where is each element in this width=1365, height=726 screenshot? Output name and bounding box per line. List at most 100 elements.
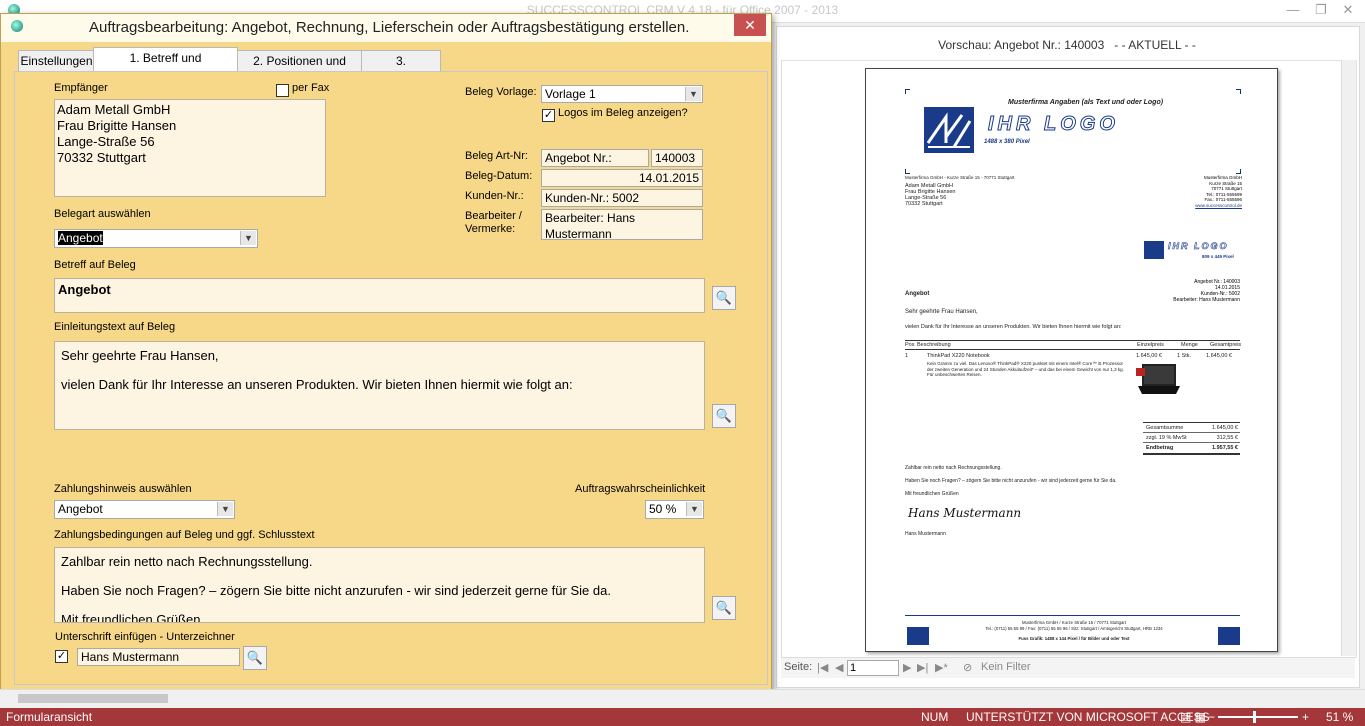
doc-sender-line: Musterfirma GmbH - Kurze Straße 15 - 707… <box>905 175 1015 180</box>
footer-logo-right-icon <box>1218 627 1240 645</box>
tab-einstellungen[interactable]: Einstellungen <box>18 50 95 71</box>
prev-page-icon[interactable]: ◀ <box>835 661 843 674</box>
doc-item-price: 1.645,00 € <box>1136 353 1162 359</box>
beleg-artnr-prefix-field[interactable]: Angebot Nr.: <box>541 149 649 167</box>
unterzeichner-picker-button[interactable]: 🔍 <box>243 646 267 670</box>
dialog-close-button[interactable]: ✕ <box>734 14 766 36</box>
doc-footer-text: Musterfirma GmbH / Kurze Straße 15 / 707… <box>985 620 1163 641</box>
tab-positionen-artikel[interactable]: 2. Positionen und Artikel <box>237 50 362 88</box>
unterschrift-checkbox[interactable]: ✓ <box>55 650 68 663</box>
page-nav-label: Seite: <box>784 661 813 673</box>
unterschrift-label: Unterschrift einfügen - Unterzeichner <box>55 631 235 643</box>
zoom-in-icon[interactable]: + <box>1302 708 1309 726</box>
page-number-input[interactable]: 1 <box>847 660 899 676</box>
per-fax-checkbox[interactable] <box>276 84 289 97</box>
preview-title: Vorschau: Angebot Nr.: 140003 - - AKTUEL… <box>938 38 1196 52</box>
doc-recipient-block: Adam Metall GmbH Frau Brigitte Hansen La… <box>905 183 956 207</box>
doc-company-block: Musterfirma GmbH Kurze Straße 15 70771 S… <box>1195 175 1242 208</box>
small-logo-mark-icon <box>1144 241 1164 259</box>
beleg-datum-input[interactable]: 14.01.2015 <box>541 169 703 187</box>
status-support: UNTERSTÜTZT VON MICROSOFT ACCESS <box>966 710 1210 724</box>
doc-greeting: Sehr geehrte Frau Hansen, <box>905 309 978 315</box>
recipient-textarea[interactable]: Adam Metall GmbH Frau Brigitte Hansen La… <box>54 99 326 197</box>
doc-totals: Gesamtsumme 1.645,00 € zzgl. 19 % MwSt 312… <box>1143 422 1240 455</box>
beleg-vorlage-label: Beleg Vorlage: <box>465 86 537 98</box>
doc-intro: vielen Dank für Ihr Interesse an unseren… <box>905 324 1122 330</box>
wahrscheinlichkeit-label: Auftragswahrscheinlichkeit <box>575 483 706 495</box>
logos-label: Logos im Beleg anzeigen? <box>558 107 688 119</box>
new-page-icon[interactable]: ▶* <box>935 661 948 674</box>
doc-logo-text: IHR LOGO <box>988 113 1119 136</box>
zoom-slider-thumb[interactable] <box>1253 711 1256 723</box>
logos-checkbox[interactable]: ✓ <box>542 109 555 122</box>
belegart-label: Belegart auswählen <box>54 208 151 220</box>
kundennr-label: Kunden-Nr.: <box>465 190 524 202</box>
zahlungshinweis-label: Zahlungshinweis auswählen <box>54 483 192 495</box>
dialog-titlebar: Auftragsbearbeitung: Angebot, Rechnung, … <box>1 14 771 42</box>
doc-logo-size-note: 1488 x 380 Pixel <box>984 139 1030 145</box>
chevron-down-icon[interactable]: ▼ <box>217 502 233 516</box>
bearbeiter-label-2: Vermerke: <box>465 223 516 235</box>
doc-item-pos: 1 <box>905 353 909 359</box>
status-view-mode: Formularansicht <box>6 710 93 724</box>
zoom-out-icon[interactable]: − <box>1208 708 1215 726</box>
status-bar: Formularansicht NUM UNTERSTÜTZT VON MICR… <box>0 708 1365 726</box>
kundennr-input[interactable]: Kunden-Nr.: 5002 <box>541 189 703 207</box>
beleg-artnr-input[interactable]: 140003 <box>651 149 703 167</box>
einleitung-picker-button[interactable]: 🔍 <box>712 404 736 428</box>
doc-item-name: ThinkPad X220 Notebook <box>927 353 990 359</box>
doc-company-header: Musterfirma Angaben (als Text und oder L… <box>1008 99 1164 106</box>
belegart-selected-value: Angebot <box>58 231 103 245</box>
wahrscheinlichkeit-select[interactable]: 50 % ▼ <box>645 500 704 519</box>
doc-footer-rule <box>905 615 1240 616</box>
footer-logo-left-icon <box>907 627 929 645</box>
restore-icon[interactable]: ❐ <box>1309 2 1333 18</box>
status-num: NUM <box>921 710 949 724</box>
preview-scrollbar[interactable] <box>1341 60 1356 656</box>
doc-meta-block: Angebot Nr.: 140003 14.01.2015 Kunden-Nr… <box>1173 279 1240 303</box>
app-icon <box>11 20 23 32</box>
doc-item-qty: 1 Stk. <box>1177 353 1192 359</box>
view-icons[interactable]: ▤ ▦ <box>1180 708 1206 726</box>
document-page: Musterfirma Angaben (als Text und oder L… <box>865 68 1278 652</box>
last-page-icon[interactable]: ▶| <box>917 661 928 674</box>
doc-item-desc: Kein Gramm zu viel. Das Lenovo® ThinkPad… <box>927 361 1124 377</box>
minimize-icon[interactable]: — <box>1281 2 1305 18</box>
zahlungsbedingungen-picker-button[interactable]: 🔍 <box>712 596 736 620</box>
beleg-datum-label: Beleg-Datum: <box>465 170 533 182</box>
bearbeiter-textarea[interactable]: Bearbeiter: Hans Mustermann <box>541 209 703 241</box>
beleg-vorlage-select[interactable]: Vorlage 1 ▼ <box>541 85 703 103</box>
scroll-thumb[interactable] <box>18 694 168 703</box>
bearbeiter-label-1: Bearbeiter / <box>465 210 522 222</box>
tab-betreff-bedingungen[interactable]: 1. Betreff und Bedingungen <box>93 47 238 85</box>
tab-panel: Empfänger per Fax Adam Metall GmbH Frau … <box>14 71 768 685</box>
filter-icon: ⊘ <box>963 662 973 674</box>
next-page-icon[interactable]: ▶ <box>903 661 911 674</box>
zoom-slider[interactable] <box>1218 711 1298 723</box>
dialog-title: Auftragsbearbeitung: Angebot, Rechnung, … <box>89 19 690 36</box>
doc-small-logo-size-note: 809 x 449 Pixel <box>1202 254 1234 259</box>
empfaenger-label: Empfänger <box>54 82 108 94</box>
chevron-down-icon[interactable]: ▼ <box>686 502 702 516</box>
doc-signature-name: Hans Mustermann <box>905 531 946 537</box>
tab-fertigstellen[interactable]: 3. Fertigstellen <box>361 50 441 88</box>
belegart-select[interactable]: Angebot ▼ <box>54 229 258 248</box>
first-page-icon[interactable]: |◀ <box>817 661 828 674</box>
zahlungsbedingungen-textarea[interactable]: Zahlbar rein netto nach Rechnungsstellun… <box>54 547 705 623</box>
zahlungshinweis-select[interactable]: Angebot ▼ <box>54 500 235 519</box>
betreff-picker-button[interactable]: 🔍 <box>712 286 736 310</box>
einleitung-textarea[interactable]: Sehr geehrte Frau Hansen, vielen Dank fü… <box>54 341 705 430</box>
betreff-input[interactable]: Angebot <box>54 278 705 313</box>
page-navigation: Seite: |◀ ◀ 1 ▶ ▶| ▶* ⊘ Kein Filter <box>781 657 1355 678</box>
horizontal-scrollbar[interactable] <box>0 689 1365 708</box>
doc-table-header: Pos Beschreibung Einzelpreis Menge Gesam… <box>905 340 1242 350</box>
filter-status[interactable]: Kein Filter <box>981 661 1031 673</box>
zahlungsbedingungen-label: Zahlungsbedingungen auf Beleg und ggf. S… <box>54 529 315 541</box>
doc-signature-image: Hans Mustermann <box>908 506 1022 520</box>
close-icon[interactable]: ✕ <box>1336 2 1360 18</box>
unterzeichner-input[interactable]: Hans Mustermann <box>77 648 240 666</box>
doc-closing-3: Mit freundlichen Grüßen <box>905 491 959 497</box>
doc-closing-1: Zahlbar rein netto nach Rechnungsstellun… <box>905 465 1002 471</box>
chevron-down-icon[interactable]: ▼ <box>240 231 256 245</box>
chevron-down-icon[interactable]: ▼ <box>685 87 701 101</box>
